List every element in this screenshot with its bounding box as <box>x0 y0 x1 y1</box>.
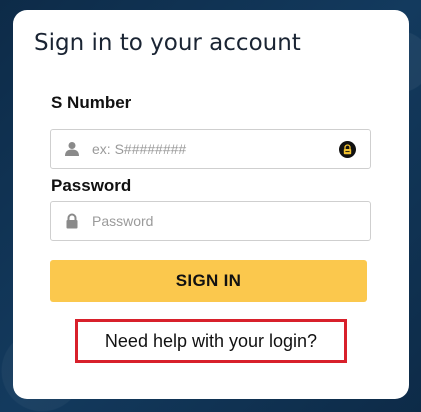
page-title: Sign in to your account <box>34 30 301 56</box>
login-card: Sign in to your account S Number Passwor… <box>13 10 409 399</box>
s-number-label: S Number <box>51 93 132 112</box>
password-label: Password <box>51 176 132 195</box>
sign-in-button[interactable]: SIGN IN <box>50 260 367 302</box>
s-number-field[interactable] <box>50 129 371 169</box>
login-help-link[interactable]: Need help with your login? <box>105 331 317 352</box>
lock-icon <box>64 213 80 229</box>
user-icon <box>64 141 80 157</box>
password-manager-icon[interactable] <box>339 141 356 158</box>
password-field[interactable] <box>50 201 371 241</box>
help-link-highlight: Need help with your login? <box>75 319 347 363</box>
s-number-input[interactable] <box>92 130 332 168</box>
password-input[interactable] <box>92 202 332 240</box>
